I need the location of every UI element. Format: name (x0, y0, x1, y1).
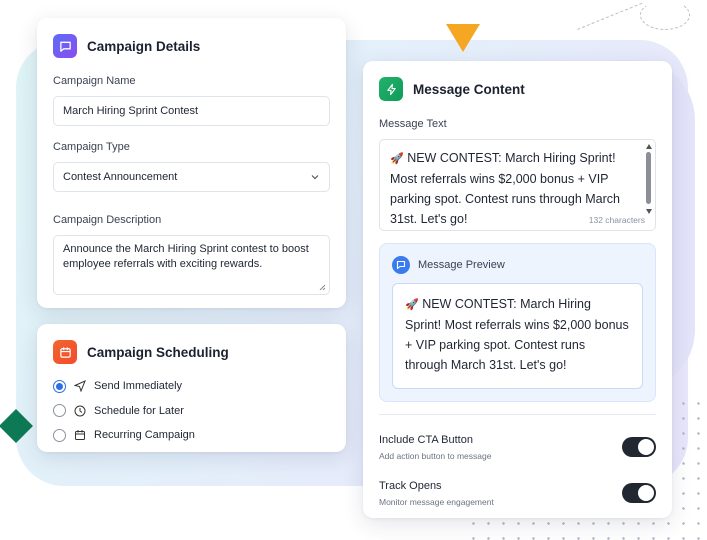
radio-button[interactable] (53, 428, 66, 442)
chat-icon (53, 34, 77, 58)
radio-button[interactable] (53, 379, 66, 393)
schedule-option-recurring[interactable]: Recurring Campaign (53, 423, 330, 448)
message-text-label: Message Text (379, 118, 447, 130)
rocket-icon: 🚀 (405, 298, 419, 311)
calendar-icon (75, 430, 85, 441)
campaign-description-label: Campaign Description (53, 214, 162, 226)
campaign-scheduling-card: Campaign Scheduling Send Immediately Sch… (37, 324, 346, 452)
card-header: Campaign Scheduling (53, 340, 330, 364)
campaign-type-label: Campaign Type (53, 141, 130, 153)
campaign-name-input[interactable]: March Hiring Sprint Contest (53, 96, 330, 126)
campaign-type-value: Contest Announcement (63, 171, 178, 183)
campaign-name-value: March Hiring Sprint Contest (63, 105, 199, 117)
card-header: Message Content (379, 77, 656, 101)
card-title: Campaign Scheduling (87, 344, 229, 360)
preview-text-value: NEW CONTEST: March Hiring Sprint! Most r… (405, 297, 629, 372)
schedule-option-label: Send Immediately (94, 380, 183, 393)
character-count: 132 characters (588, 215, 645, 225)
radio-button[interactable] (53, 404, 66, 418)
scroll-up-arrow[interactable] (646, 144, 652, 149)
schedule-option-schedule-later[interactable]: Schedule for Later (53, 399, 330, 424)
message-text-textarea[interactable]: 🚀 NEW CONTEST: March Hiring Sprint! Most… (379, 139, 656, 231)
clock-icon (74, 405, 86, 417)
toggle-title: Track Opens (379, 479, 442, 492)
chat-bubble-icon (392, 256, 410, 274)
lightning-icon (379, 77, 403, 101)
decor-triangle (446, 24, 480, 52)
message-text-value: NEW CONTEST: March Hiring Sprint! Most r… (390, 151, 620, 226)
chevron-down-icon (311, 175, 319, 180)
toggle-row-cta: Include CTA Button Add action button to … (379, 427, 656, 467)
toggle-row-track-opens: Track Opens Monitor message engagement (379, 473, 656, 513)
rocket-icon: 🚀 (390, 152, 404, 165)
campaign-type-select[interactable]: Contest Announcement (53, 162, 330, 192)
schedule-option-send-immediately[interactable]: Send Immediately (53, 374, 330, 399)
campaign-name-label: Campaign Name (53, 75, 136, 87)
message-preview-panel: Message Preview 🚀 NEW CONTEST: March Hir… (379, 243, 656, 402)
card-title: Message Content (413, 81, 525, 97)
message-content-card: Message Content Message Text 🚀 NEW CONTE… (363, 61, 672, 518)
send-icon (74, 380, 86, 393)
include-cta-toggle[interactable] (622, 437, 656, 457)
campaign-description-textarea[interactable]: Announce the March Hiring Sprint contest… (53, 235, 330, 295)
divider (379, 414, 656, 415)
message-preview-text: 🚀 NEW CONTEST: March Hiring Sprint! Most… (392, 283, 643, 389)
preview-title: Message Preview (418, 259, 505, 271)
schedule-option-label: Schedule for Later (94, 404, 184, 417)
campaign-details-card: Campaign Details Campaign Name March Hir… (37, 18, 346, 308)
schedule-option-label: Recurring Campaign (94, 429, 195, 442)
toggle-title: Include CTA Button (379, 433, 473, 446)
card-title: Campaign Details (87, 38, 201, 54)
toggle-subtitle: Monitor message engagement (379, 496, 494, 507)
calendar-icon (53, 340, 77, 364)
campaign-description-value: Announce the March Hiring Sprint contest… (63, 243, 309, 270)
track-opens-toggle[interactable] (622, 483, 656, 503)
toggle-subtitle: Add action button to message (379, 450, 492, 461)
scroll-down-arrow[interactable] (646, 209, 652, 214)
resize-handle-icon[interactable] (319, 284, 326, 291)
card-header: Campaign Details (53, 34, 330, 58)
preview-header: Message Preview (392, 256, 643, 274)
scrollbar-thumb[interactable] (646, 152, 651, 204)
